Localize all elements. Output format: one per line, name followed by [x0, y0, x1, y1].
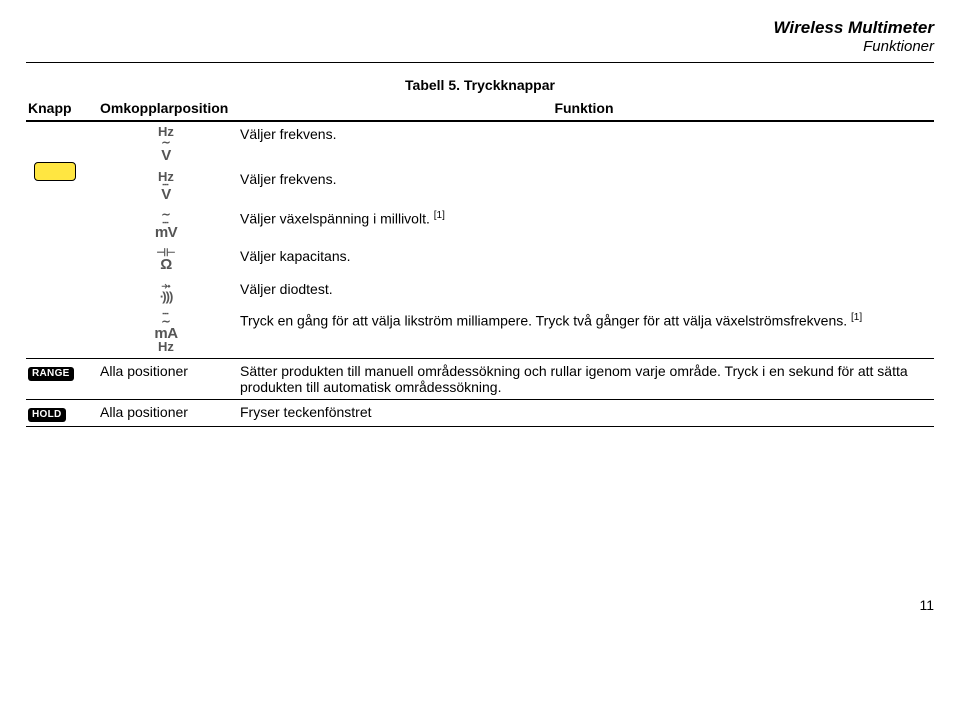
table-caption: Tabell 5. Tryckknappar: [26, 77, 934, 93]
function-text: Tryck en gång för att välja likström mil…: [238, 308, 934, 358]
range-button-icon: RANGE: [28, 367, 74, 381]
column-header-knapp: Knapp: [26, 97, 98, 121]
function-text: Väljer växelspänning i millivolt. [1]: [238, 206, 934, 244]
table-row: ⊣⊢ Ω Väljer kapacitans.: [26, 244, 934, 277]
table-row: ┄ ∼ mA Hz Tryck en gång för att välja li…: [26, 308, 934, 358]
footnote-ref: [1]: [434, 210, 445, 221]
ohm-label: Ω: [160, 258, 172, 272]
hold-button-icon: HOLD: [28, 408, 66, 422]
function-text: Väljer diodtest.: [238, 277, 934, 308]
text-span: Väljer växelspänning i millivolt.: [240, 211, 434, 227]
table-row: RANGE Alla positioner Sätter produkten t…: [26, 358, 934, 399]
buttons-table: Knapp Omkopplarposition Funktion Hz ∼ V …: [26, 97, 934, 427]
text-span: Tryck en gång för att välja likström mil…: [240, 312, 851, 328]
section-name: Funktioner: [26, 38, 934, 56]
continuity-icon: ∙))): [160, 291, 173, 303]
column-header-funktion: Funktion: [238, 97, 934, 121]
table-row: Hz ∼ V Väljer frekvens.: [26, 121, 934, 167]
hz-label: Hz: [158, 341, 174, 353]
table-row: Hz ┄ V Väljer frekvens.: [26, 167, 934, 207]
volt-label: V: [161, 188, 171, 202]
header-divider: [26, 62, 934, 63]
yellow-function-button-icon: [34, 162, 76, 181]
function-text: Fryser teckenfönstret: [238, 399, 934, 426]
table-row: ⤞ ∙))) Väljer diodtest.: [26, 277, 934, 308]
position-text: Alla positioner: [98, 399, 238, 426]
function-text: Väljer frekvens.: [238, 121, 934, 167]
column-header-omkopplarposition: Omkopplarposition: [98, 97, 238, 121]
page-number: 11: [26, 597, 934, 613]
function-text: Väljer kapacitans.: [238, 244, 934, 277]
symbol-mv: ∼ ┄ mV: [100, 210, 232, 240]
symbol-hz-vdc: Hz ┄ V: [100, 171, 232, 203]
mv-label: mV: [155, 226, 177, 240]
symbol-hz-vac: Hz ∼ V: [100, 126, 232, 163]
volt-label: V: [161, 149, 171, 163]
manual-title: Wireless Multimeter: [26, 18, 934, 38]
symbol-cap-ohm: ⊣⊢ Ω: [100, 248, 232, 273]
symbol-ma-hz: ┄ ∼ mA Hz: [100, 312, 232, 354]
table-row: HOLD Alla positioner Fryser teckenfönstr…: [26, 399, 934, 426]
table-row: ∼ ┄ mV Väljer växelspänning i millivolt.…: [26, 206, 934, 244]
symbol-diode-continuity: ⤞ ∙))): [100, 281, 232, 304]
position-text: Alla positioner: [98, 358, 238, 399]
function-text: Sätter produkten till manuell områdessök…: [238, 358, 934, 399]
function-text: Väljer frekvens.: [238, 167, 934, 207]
footnote-ref: [1]: [851, 312, 862, 323]
